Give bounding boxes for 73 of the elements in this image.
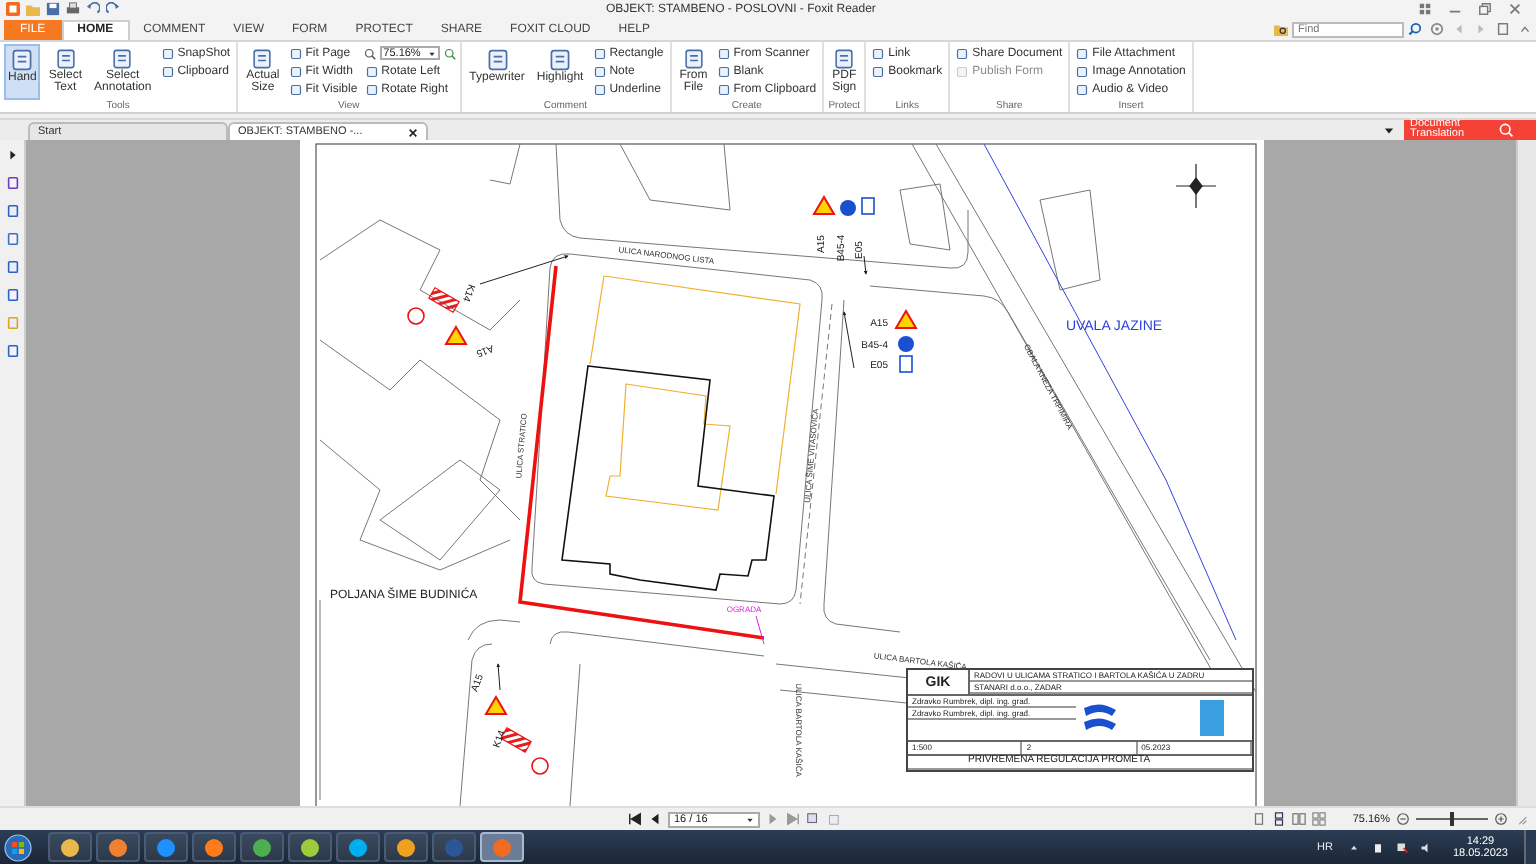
signature-icon[interactable] [5, 344, 19, 359]
close-icon[interactable] [408, 127, 418, 138]
prohibition-sign-icon [531, 757, 549, 776]
undo-icon[interactable] [86, 2, 100, 17]
zoom-out-icon[interactable] [363, 47, 376, 60]
settings-icon[interactable] [1430, 22, 1444, 37]
collapse-icon[interactable] [1518, 22, 1532, 37]
taskbar-button[interactable] [144, 832, 188, 863]
previous-view-icon[interactable] [806, 812, 820, 827]
leader-arrow [842, 311, 855, 369]
resize-grip-icon [1514, 812, 1528, 827]
taskbar-button[interactable] [288, 832, 332, 863]
restore-icon[interactable] [1478, 2, 1492, 17]
tool-icon [681, 47, 706, 70]
prohibition-sign-icon [407, 307, 425, 326]
compass-icon [1175, 163, 1217, 209]
first-page-icon[interactable] [628, 812, 642, 827]
taskbar-button[interactable] [96, 832, 140, 863]
tool-icon [485, 47, 510, 72]
leader-arrow [479, 255, 569, 285]
leader-arrow [496, 663, 501, 691]
warning-sign-icon [812, 195, 836, 216]
tray-arrow-icon[interactable] [1348, 841, 1361, 854]
scrollbar[interactable] [1516, 140, 1536, 807]
caret-icon [427, 49, 436, 58]
leader-arrow [863, 255, 868, 276]
round-sign-icon [840, 200, 856, 217]
taskbar-button[interactable] [384, 832, 428, 863]
speaker-icon[interactable] [1420, 841, 1433, 854]
zoom-in-icon[interactable] [1494, 812, 1508, 827]
page-icon[interactable] [1496, 22, 1510, 37]
dropdown-icon[interactable] [1384, 126, 1394, 137]
comments-icon[interactable] [5, 260, 19, 275]
search-icon[interactable] [1408, 22, 1422, 37]
taskbar-button[interactable] [192, 832, 236, 863]
app-logo-icon[interactable] [6, 2, 20, 17]
continuous-page-icon[interactable] [1272, 812, 1287, 827]
tool-icon [110, 47, 135, 70]
bookmark-icon[interactable] [5, 176, 19, 191]
expand-icon[interactable] [5, 148, 19, 163]
warning-sign-icon [484, 695, 508, 716]
taskbar-button[interactable] [336, 832, 380, 863]
tool-icon [53, 47, 78, 70]
attachment-icon[interactable] [5, 288, 19, 303]
tool-icon [548, 47, 573, 72]
tool-icon [10, 47, 35, 72]
layers-icon[interactable] [5, 232, 19, 247]
previous-page-icon[interactable] [648, 812, 662, 827]
redo-icon[interactable] [106, 2, 120, 17]
info-plate-icon [861, 197, 875, 216]
leader-line [755, 615, 765, 645]
save-icon[interactable] [46, 2, 60, 17]
folder-search-icon[interactable] [1274, 22, 1288, 37]
barrier-icon [428, 287, 460, 314]
round-sign-icon [898, 336, 914, 353]
taskbar-button[interactable] [480, 832, 524, 863]
zoom-in-icon[interactable] [443, 47, 456, 60]
tool-icon [832, 47, 857, 70]
facing-pages-icon[interactable] [1292, 812, 1307, 827]
grid-icon[interactable] [1418, 2, 1432, 17]
taskbar-button[interactable] [48, 832, 92, 863]
single-page-icon[interactable] [1252, 812, 1267, 827]
zoom-out-icon[interactable] [1396, 812, 1410, 827]
network-icon[interactable] [1396, 841, 1409, 854]
magnifier-icon [1498, 122, 1514, 139]
start-button[interactable] [4, 833, 32, 862]
pages-icon[interactable] [5, 204, 19, 219]
warning-sign-icon [444, 325, 468, 346]
print-icon[interactable] [66, 2, 80, 17]
taskbar-button[interactable] [240, 832, 284, 863]
info-plate-icon [899, 355, 913, 374]
tool-icon [250, 47, 275, 70]
warning-sign-icon [894, 309, 918, 330]
